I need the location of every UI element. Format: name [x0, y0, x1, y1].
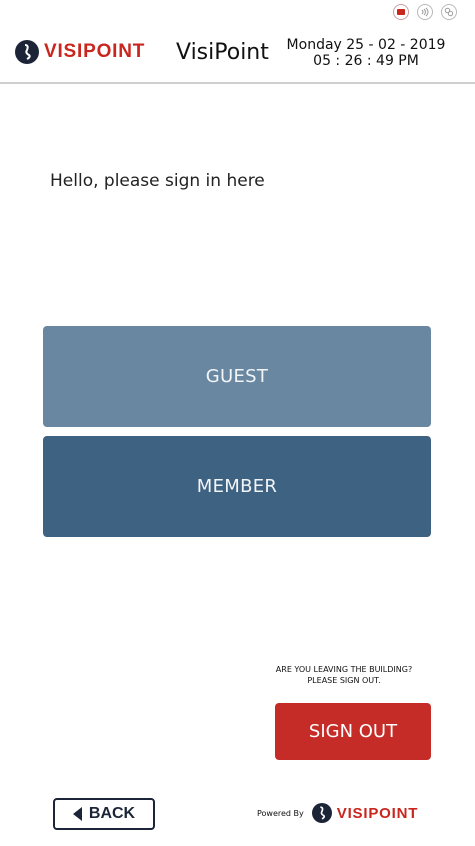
app-title: VisiPoint [176, 40, 269, 65]
signout-note-line1: ARE YOU LEAVING THE BUILDING? [275, 665, 413, 674]
brand-logo: VISIPOINT [15, 40, 145, 64]
powered-by-brand: VISIPOINT [336, 804, 419, 822]
powered-by: Powered By VISIPOINT [257, 803, 418, 823]
time-text: 05 : 26 : 49 PM [313, 53, 419, 69]
status-icons [393, 4, 457, 20]
visipoint-logo-icon [311, 803, 332, 823]
header: VISIPOINT VisiPoint Monday 25 - 02 - 201… [0, 28, 475, 84]
signout-note-line2: PLEASE SIGN OUT. [307, 676, 381, 685]
signout-note: ARE YOU LEAVING THE BUILDING? PLEASE SIG… [259, 664, 429, 686]
visipoint-logo-icon [15, 40, 39, 64]
link-icon [441, 4, 457, 20]
member-button[interactable]: MEMBER [43, 436, 431, 537]
record-icon [393, 4, 409, 20]
sign-out-button[interactable]: SIGN OUT [275, 703, 431, 760]
back-arrow-icon [72, 807, 82, 821]
back-button-label: BACK [88, 805, 136, 822]
guest-button[interactable]: GUEST [43, 326, 431, 427]
datetime-display: Monday 25 - 02 - 2019 05 : 26 : 49 PM [286, 37, 446, 69]
greeting-text: Hello, please sign in here [50, 171, 265, 191]
back-button[interactable]: BACK [53, 798, 155, 830]
powered-by-label: Powered By [257, 808, 304, 818]
date-text: Monday 25 - 02 - 2019 [286, 37, 446, 53]
contactless-icon [417, 4, 433, 20]
brand-logo-text: VISIPOINT [44, 41, 146, 62]
